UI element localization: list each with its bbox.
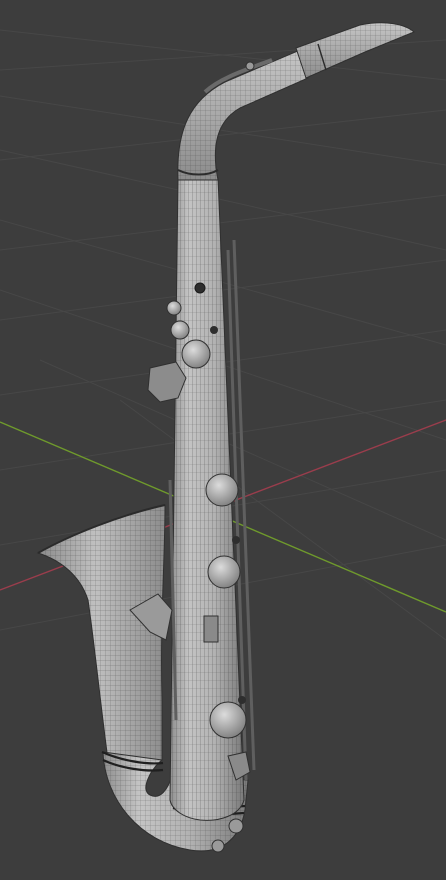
viewport-canvas[interactable] <box>0 0 446 880</box>
3d-viewport[interactable] <box>0 0 446 880</box>
low-key-plate[interactable] <box>203 615 219 643</box>
key-pad[interactable] <box>181 339 211 369</box>
key-pad[interactable] <box>207 555 241 589</box>
key-pad[interactable] <box>209 701 247 739</box>
octave-key-pivot <box>245 61 255 71</box>
key-touch[interactable] <box>238 696 246 704</box>
key-pad[interactable] <box>205 473 239 507</box>
saxophone-model[interactable] <box>36 22 415 853</box>
bow-key[interactable] <box>211 839 225 853</box>
bow-key[interactable] <box>228 818 244 834</box>
key-touch[interactable] <box>210 326 218 334</box>
key-pad[interactable] <box>166 300 182 316</box>
key-touch[interactable] <box>232 536 240 544</box>
key-touch[interactable] <box>194 282 206 294</box>
key-pad[interactable] <box>170 320 190 340</box>
